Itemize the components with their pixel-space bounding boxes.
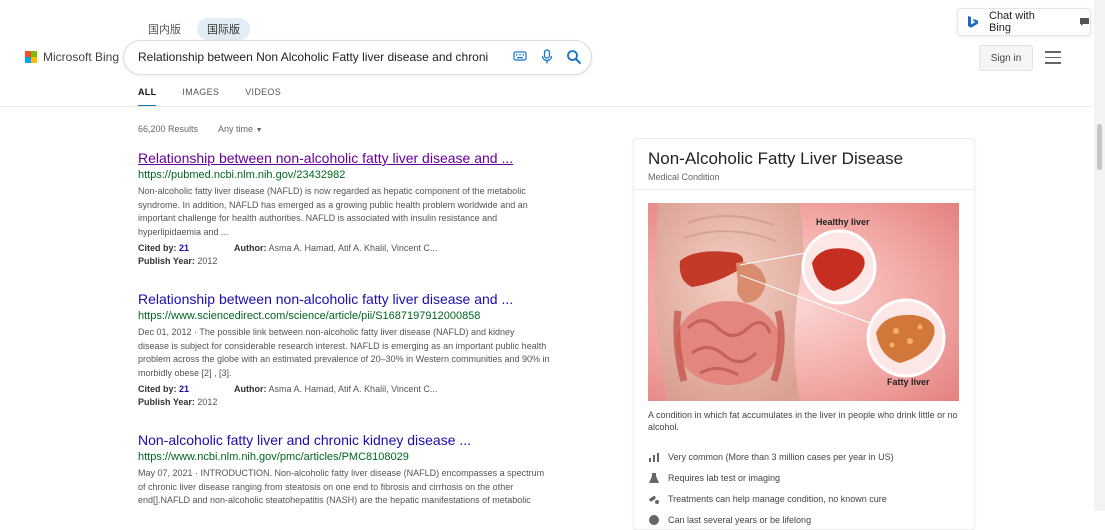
tab-videos[interactable]: VIDEOS xyxy=(245,87,281,107)
result-snippet: Non-alcoholic fatty liver disease (NAFLD… xyxy=(138,185,578,239)
snippet-line: disease is subject for considerable rese… xyxy=(138,340,547,351)
region-tab-international[interactable]: 国际版 xyxy=(197,18,250,40)
search-result: Non-alcoholic fatty liver and chronic ki… xyxy=(138,432,578,508)
region-tabs: 国内版 国际版 xyxy=(138,18,250,40)
result-title[interactable]: Relationship between non-alcoholic fatty… xyxy=(138,150,578,167)
sign-in-button[interactable]: Sign in xyxy=(979,45,1033,71)
search-input[interactable] xyxy=(138,48,488,66)
knowledge-panel: Non-Alcoholic Fatty Liver Disease Medica… xyxy=(633,138,975,530)
header-divider xyxy=(0,106,1092,107)
liver-illustration-svg: Healthy liver Fatty liver xyxy=(648,203,959,401)
result-url[interactable]: https://www.ncbi.nlm.nih.gov/pmc/article… xyxy=(138,450,578,464)
chat-label: Chat with Bing xyxy=(989,10,1035,34)
snippet-line: end[].NAFLD and non-alcoholic steatohepa… xyxy=(138,495,531,506)
cited-label: Cited by: xyxy=(138,243,177,254)
snippet-line: Dec 01, 2012 · The possible link between… xyxy=(138,327,515,337)
bing-b-icon xyxy=(967,15,979,29)
chat-icon xyxy=(1079,17,1090,27)
treatment-pills-icon xyxy=(648,493,660,505)
result-facts: Cited by: 21 Author: Asma A. Hamad, Atif… xyxy=(138,383,578,409)
cited-value[interactable]: 21 xyxy=(179,384,189,394)
snippet-line: of chronic liver disease ranging from st… xyxy=(138,481,514,492)
author-label: Author: xyxy=(234,384,267,395)
kp-facts: Very common (More than 3 million cases p… xyxy=(648,446,964,530)
logo-text: Microsoft Bing xyxy=(43,50,120,64)
liver-illustration[interactable]: Healthy liver Fatty liver xyxy=(648,203,959,401)
kp-fact: Can last several years or be lifelong xyxy=(648,509,964,530)
menu-icon[interactable] xyxy=(1045,51,1061,68)
scroll-thumb[interactable] xyxy=(1097,124,1102,170)
scrollbar[interactable] xyxy=(1094,0,1105,511)
search-result: Relationship between non-alcoholic fatty… xyxy=(138,150,578,268)
result-snippet: May 07, 2021 · INTRODUCTION. Non-alcohol… xyxy=(138,467,578,508)
result-count: 66,200 Results xyxy=(138,124,199,134)
kp-subtitle: Medical Condition xyxy=(648,172,720,182)
snippet-line: May 07, 2021 · INTRODUCTION. Non-alcohol… xyxy=(138,468,545,478)
kp-fact: Treatments can help manage condition, no… xyxy=(648,488,964,509)
snippet-line: morbidly obese [2] , [3]. xyxy=(138,367,232,378)
microphone-icon[interactable] xyxy=(540,49,554,70)
chevron-down-icon: ▼ xyxy=(255,127,263,134)
year-value: 2012 xyxy=(197,397,218,408)
result-snippet: Dec 01, 2012 · The possible link between… xyxy=(138,326,578,380)
kp-description: A condition in which fat accumulates in … xyxy=(648,410,958,432)
kp-fact: Requires lab test or imaging xyxy=(648,467,964,488)
result-title[interactable]: Non-alcoholic fatty liver and chronic ki… xyxy=(138,432,578,449)
result-facts: Cited by: 21 Author: Asma A. Hamad, Atif… xyxy=(138,242,578,268)
year-value: 2012 xyxy=(197,256,218,267)
kp-fact: Very common (More than 3 million cases p… xyxy=(648,446,964,467)
fatty-liver-label: Fatty liver xyxy=(887,377,930,387)
search-nav: ALL IMAGES VIDEOS xyxy=(138,87,281,107)
kp-divider xyxy=(634,189,974,190)
keyboard-icon[interactable] xyxy=(513,49,527,68)
search-box xyxy=(123,40,592,75)
bing-logo[interactable]: Microsoft Bing xyxy=(25,50,119,64)
statistics-icon xyxy=(648,451,660,463)
result-title[interactable]: Relationship between non-alcoholic fatty… xyxy=(138,291,578,308)
tab-images[interactable]: IMAGES xyxy=(182,87,219,107)
author-label: Author: xyxy=(234,243,267,254)
snippet-line: problem across the globe with an estimat… xyxy=(138,354,550,365)
year-label: Publish Year: xyxy=(138,256,195,267)
search-result: Relationship between non-alcoholic fatty… xyxy=(138,291,578,409)
result-url[interactable]: https://www.sciencedirect.com/science/ar… xyxy=(138,309,578,323)
time-filter[interactable]: Any time ▼ xyxy=(218,124,262,134)
snippet-line: important challenge for health authoriti… xyxy=(138,213,498,224)
tab-all[interactable]: ALL xyxy=(138,87,157,107)
author-value: Asma A. Hamad, Atif A. Khalil, Vincent C… xyxy=(268,384,438,395)
author-value: Asma A. Hamad, Atif A. Khalil, Vincent C… xyxy=(268,243,438,254)
snippet-line: Non-alcoholic fatty liver disease (NAFLD… xyxy=(138,186,526,196)
microsoft-logo-icon xyxy=(25,51,37,63)
healthy-liver-label: Healthy liver xyxy=(816,217,870,227)
results-meta: 66,200 Results Any time ▼ xyxy=(138,124,263,134)
kp-title: Non-Alcoholic Fatty Liver Disease xyxy=(648,149,904,168)
year-label: Publish Year: xyxy=(138,397,195,408)
lab-flask-icon xyxy=(648,472,660,484)
snippet-line: hyperlipidaemia and ... xyxy=(138,226,229,237)
result-url[interactable]: https://pubmed.ncbi.nlm.nih.gov/23432982 xyxy=(138,168,578,182)
duration-icon xyxy=(648,514,660,526)
search-icon[interactable] xyxy=(566,49,582,70)
region-tab-domestic[interactable]: 国内版 xyxy=(138,18,191,40)
cited-label: Cited by: xyxy=(138,384,177,395)
chat-with-bing-button[interactable]: Chat with Bing xyxy=(957,8,1091,36)
cited-value[interactable]: 21 xyxy=(179,243,189,253)
snippet-line: syndrome. In addition, NAFLD has emerged… xyxy=(138,199,528,210)
